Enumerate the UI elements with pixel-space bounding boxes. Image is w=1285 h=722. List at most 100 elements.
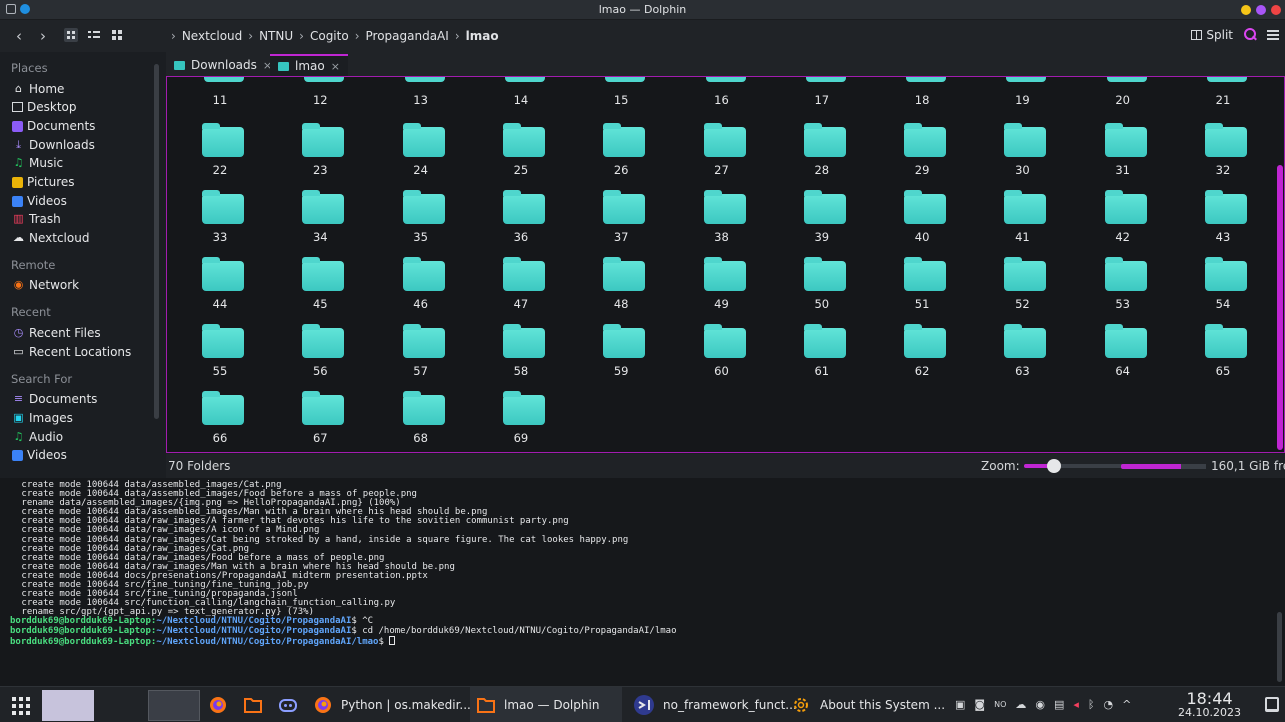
- folder-item[interactable]: 57: [371, 324, 471, 395]
- breadcrumb-ntnu[interactable]: NTNU: [259, 29, 293, 43]
- folder-item[interactable]: 32: [1173, 123, 1273, 194]
- notification-icon[interactable]: ▣: [955, 698, 965, 711]
- folder-item[interactable]: 26: [571, 123, 671, 194]
- folder-item[interactable]: 63: [972, 324, 1072, 395]
- folder-item[interactable]: 31: [1073, 123, 1173, 194]
- task-vscode[interactable]: no_framework_funct...: [633, 687, 797, 722]
- sidebar-item-network[interactable]: ◉ Network: [12, 278, 79, 292]
- folder-item[interactable]: 39: [772, 190, 872, 261]
- folder-item[interactable]: 53: [1073, 257, 1173, 328]
- sidebar-item-search-videos[interactable]: Videos: [12, 448, 67, 462]
- folder-item[interactable]: 65: [1173, 324, 1273, 395]
- folder-name[interactable]: 13: [371, 93, 471, 107]
- folder-item[interactable]: 37: [571, 190, 671, 261]
- file-manager-icon[interactable]: [243, 695, 263, 715]
- sidebar-item-videos[interactable]: Videos: [12, 194, 67, 208]
- sidebar-item-pictures[interactable]: Pictures: [12, 175, 75, 189]
- update-icon[interactable]: ◉: [1035, 698, 1045, 711]
- sidebar-item-recent-files[interactable]: ◷ Recent Files: [12, 326, 101, 340]
- breadcrumb-current[interactable]: lmao: [466, 29, 499, 43]
- show-desktop-icon[interactable]: [1265, 697, 1279, 712]
- split-button[interactable]: Split: [1191, 28, 1233, 42]
- folder-name[interactable]: 21: [1173, 93, 1273, 107]
- minimize-button[interactable]: [1241, 5, 1251, 15]
- cloud-sync-icon[interactable]: ☁: [1015, 698, 1026, 711]
- folder-item[interactable]: 67: [270, 391, 370, 452]
- keyboard-layout-indicator[interactable]: NO: [994, 698, 1006, 711]
- folder-item[interactable]: 59: [571, 324, 671, 395]
- sidebar-scrollbar[interactable]: [154, 64, 159, 419]
- folder-item[interactable]: 27: [672, 123, 772, 194]
- volume-icon[interactable]: ◂: [1073, 698, 1079, 711]
- search-icon[interactable]: [1243, 28, 1257, 42]
- breadcrumb-cogito[interactable]: Cogito: [310, 29, 349, 43]
- folder-item[interactable]: 51: [872, 257, 972, 328]
- details-view-button[interactable]: [110, 28, 124, 42]
- folder-item[interactable]: 69: [471, 391, 571, 452]
- zoom-slider-handle[interactable]: [1046, 459, 1061, 473]
- sidebar-item-recent-locations[interactable]: ▭ Recent Locations: [12, 345, 131, 359]
- folder-name[interactable]: 17: [772, 93, 872, 107]
- folder-item[interactable]: 60: [672, 324, 772, 395]
- desktop-pager-1[interactable]: [42, 690, 94, 721]
- folder-name[interactable]: 18: [872, 93, 972, 107]
- folder-item[interactable]: 22: [170, 123, 270, 194]
- task-dolphin[interactable]: lmao — Dolphin: [470, 687, 622, 722]
- folder-item[interactable]: 46: [371, 257, 471, 328]
- folder-item[interactable]: 36: [471, 190, 571, 261]
- folder-item[interactable]: 34: [270, 190, 370, 261]
- folder-view-scrollbar[interactable]: [1277, 165, 1283, 450]
- folder-item[interactable]: 50: [772, 257, 872, 328]
- maximize-button[interactable]: [1256, 5, 1266, 15]
- breadcrumb-propagandaai[interactable]: PropagandaAI: [366, 29, 449, 43]
- sidebar-item-search-images[interactable]: ▣ Images: [12, 411, 73, 425]
- forward-button[interactable]: ›: [40, 27, 46, 45]
- sidebar-item-downloads[interactable]: ⤓ Downloads: [12, 138, 95, 152]
- zoom-slider[interactable]: [1023, 459, 1124, 473]
- folder-item[interactable]: 61: [772, 324, 872, 395]
- folder-item[interactable]: 43: [1173, 190, 1273, 261]
- sidebar-item-desktop[interactable]: Desktop: [12, 100, 77, 114]
- folder-item[interactable]: 58: [471, 324, 571, 395]
- folder-name[interactable]: 12: [270, 93, 370, 107]
- folder-name[interactable]: 11: [170, 93, 270, 107]
- folder-item[interactable]: 52: [972, 257, 1072, 328]
- folder-item[interactable]: 54: [1173, 257, 1273, 328]
- folder-item[interactable]: 30: [972, 123, 1072, 194]
- folder-item[interactable]: 28: [772, 123, 872, 194]
- folder-name[interactable]: 15: [571, 93, 671, 107]
- folder-item[interactable]: 35: [371, 190, 471, 261]
- folder-item[interactable]: 41: [972, 190, 1072, 261]
- terminal-scrollbar[interactable]: [1277, 612, 1282, 682]
- folder-item[interactable]: 38: [672, 190, 772, 261]
- folder-name[interactable]: 20: [1073, 93, 1173, 107]
- folder-item[interactable]: 47: [471, 257, 571, 328]
- discord-icon[interactable]: [278, 695, 298, 715]
- breadcrumb-root-chevron[interactable]: ›: [171, 29, 176, 43]
- folder-item[interactable]: 42: [1073, 190, 1173, 261]
- folder-item[interactable]: 33: [170, 190, 270, 261]
- clipboard-icon[interactable]: ▤: [1054, 698, 1064, 711]
- firefox-icon[interactable]: [208, 695, 228, 715]
- sidebar-item-nextcloud[interactable]: ☁ Nextcloud: [12, 231, 89, 245]
- sidebar-item-documents[interactable]: Documents: [12, 119, 95, 133]
- sidebar-item-trash[interactable]: ▥ Trash: [12, 212, 60, 226]
- compact-view-button[interactable]: [87, 28, 101, 42]
- folder-item[interactable]: 55: [170, 324, 270, 395]
- tab-downloads[interactable]: Downloads ×: [166, 54, 280, 76]
- folder-item[interactable]: 29: [872, 123, 972, 194]
- folder-item[interactable]: 45: [270, 257, 370, 328]
- folder-item[interactable]: 49: [672, 257, 772, 328]
- sidebar-item-music[interactable]: ♫ Music: [12, 156, 64, 170]
- folder-item[interactable]: 62: [872, 324, 972, 395]
- folder-item[interactable]: 24: [371, 123, 471, 194]
- folder-item[interactable]: 48: [571, 257, 671, 328]
- folder-name[interactable]: 19: [972, 93, 1072, 107]
- folder-item[interactable]: 64: [1073, 324, 1173, 395]
- folder-view[interactable]: 11 12 13 14 15 16 17 18 19 20 21 22 23 24 25 26 27 28 29 30…: [166, 76, 1285, 453]
- task-system-info[interactable]: About this System ...: [790, 687, 945, 722]
- back-button[interactable]: ‹: [16, 27, 22, 45]
- terminal-panel[interactable]: create mode 100644 data/assembled_images…: [0, 478, 1285, 686]
- close-tab-icon[interactable]: ×: [331, 60, 340, 73]
- folder-item[interactable]: 44: [170, 257, 270, 328]
